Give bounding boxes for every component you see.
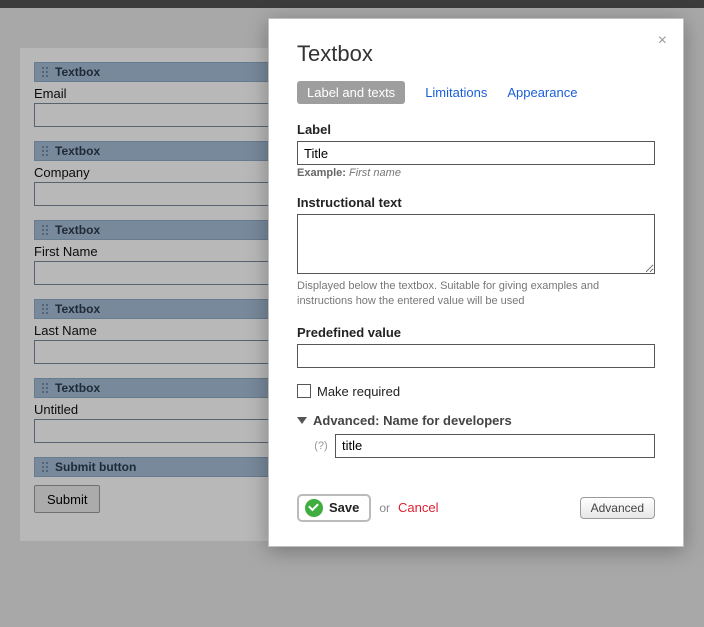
save-label: Save xyxy=(329,500,359,515)
predefined-input[interactable] xyxy=(297,344,655,368)
label-field-label: Label xyxy=(297,122,655,137)
instructional-help: Displayed below the textbox. Suitable fo… xyxy=(297,279,655,309)
example-value: First name xyxy=(349,167,401,179)
help-icon[interactable]: (?) xyxy=(313,440,329,452)
check-icon xyxy=(305,499,323,517)
textbox-settings-modal: × Textbox Label and texts Limitations Ap… xyxy=(268,18,684,547)
chevron-down-icon xyxy=(297,417,307,424)
label-input[interactable] xyxy=(297,141,655,165)
or-text: or xyxy=(379,501,390,515)
label-example: Example: First name xyxy=(297,167,655,179)
make-required-checkbox[interactable] xyxy=(297,384,311,398)
cancel-link[interactable]: Cancel xyxy=(398,500,438,515)
developer-name-input[interactable] xyxy=(335,434,655,458)
advanced-name-toggle[interactable]: Advanced: Name for developers xyxy=(297,413,655,428)
advanced-button[interactable]: Advanced xyxy=(580,497,655,519)
advanced-name-header: Advanced: Name for developers xyxy=(313,413,512,428)
example-prefix: Example: xyxy=(297,167,346,179)
close-icon[interactable]: × xyxy=(658,33,667,49)
instructional-label: Instructional text xyxy=(297,195,655,210)
tab-limitations[interactable]: Limitations xyxy=(425,85,487,100)
modal-tabs: Label and texts Limitations Appearance xyxy=(297,81,655,104)
tab-label-and-texts[interactable]: Label and texts xyxy=(297,81,405,104)
instructional-textarea[interactable] xyxy=(297,214,655,274)
tab-appearance[interactable]: Appearance xyxy=(507,85,577,100)
save-button[interactable]: Save xyxy=(297,494,371,522)
make-required-label: Make required xyxy=(317,384,400,399)
predefined-label: Predefined value xyxy=(297,325,655,340)
modal-title: Textbox xyxy=(297,41,655,67)
